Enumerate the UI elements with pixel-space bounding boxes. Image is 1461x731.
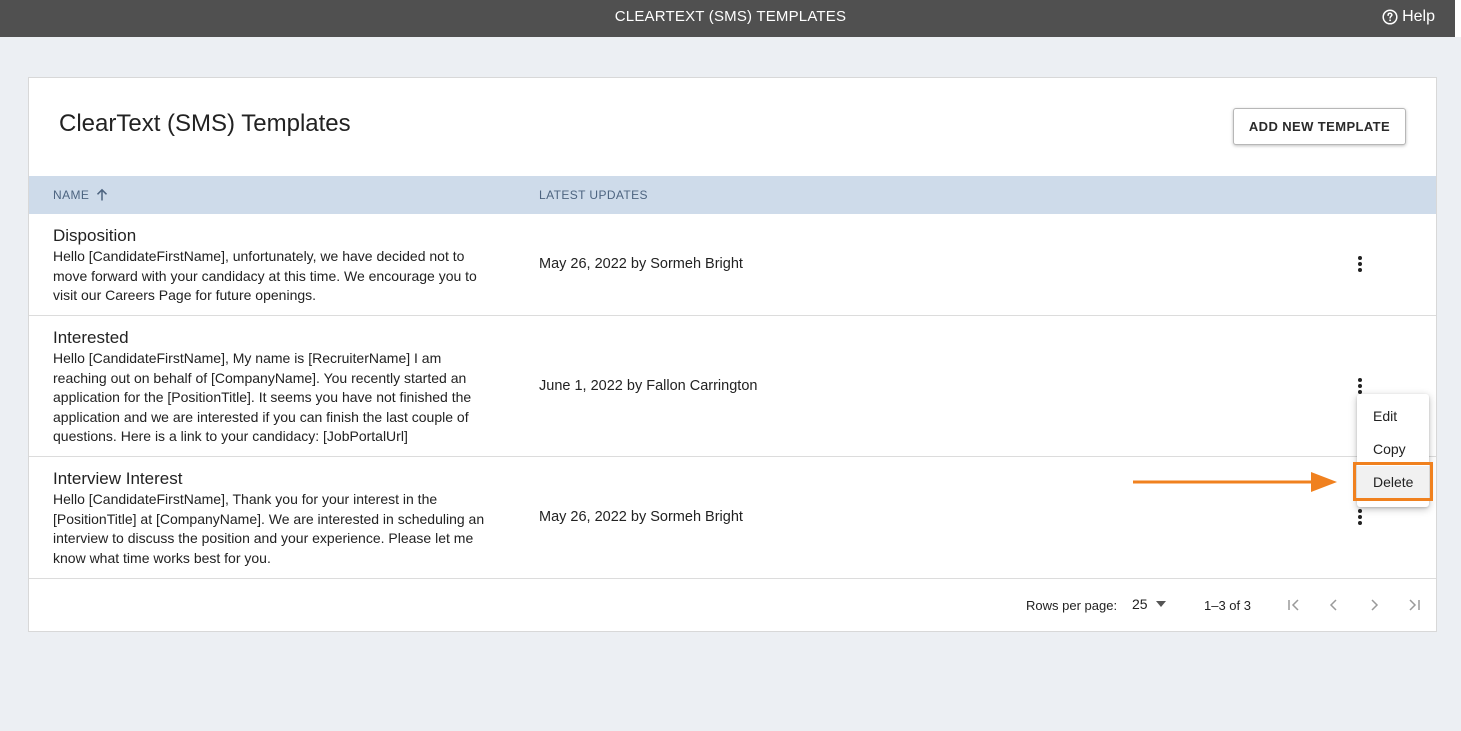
template-body-line: reaching out on behalf of [CompanyName].…	[53, 369, 467, 386]
template-name: Disposition	[53, 226, 137, 245]
table-row[interactable]: Interested Hello [CandidateFirstName], M…	[29, 316, 1436, 457]
more-vertical-icon	[1358, 256, 1362, 272]
first-page-icon	[1288, 599, 1299, 611]
template-body-line: application and we are interested if you…	[53, 408, 469, 425]
template-body-line: visit our Careers Page for future openin…	[53, 287, 317, 304]
app-header-title: CLEARTEXT (SMS) TEMPLATES	[614, 8, 847, 25]
menu-item-delete[interactable]: Delete	[1357, 466, 1429, 499]
row-actions-menu: Edit Copy Delete	[1357, 394, 1429, 507]
latest-update: May 26, 2022 by Sormeh Bright	[539, 509, 743, 525]
arrow-right-icon	[1133, 472, 1337, 492]
template-body: Hello [CandidateFirstName], unfortunatel…	[53, 247, 523, 306]
window-edge	[1455, 0, 1461, 37]
next-page-button[interactable]	[1364, 595, 1384, 615]
help-label: Help	[1402, 7, 1435, 25]
template-body-line: Hello [CandidateFirstName], unfortunatel…	[53, 248, 465, 264]
row-actions-button[interactable]	[1347, 504, 1373, 530]
chevron-right-icon	[1371, 599, 1379, 611]
last-page-button[interactable]	[1404, 595, 1424, 615]
column-header-name[interactable]: NAME	[53, 176, 109, 214]
template-name: Interested	[53, 328, 129, 347]
templates-card: ClearText (SMS) Templates ADD NEW TEMPLA…	[28, 77, 1437, 632]
previous-page-button[interactable]	[1324, 595, 1344, 615]
menu-item-copy[interactable]: Copy	[1357, 433, 1429, 466]
template-name: Interview Interest	[53, 469, 183, 488]
chevron-left-icon	[1329, 599, 1337, 611]
rows-per-page-select[interactable]: 25	[1132, 596, 1166, 612]
template-body-line: questions. Here is a link to your candid…	[53, 428, 408, 445]
more-vertical-icon	[1358, 509, 1362, 525]
table-pagination: Rows per page: 25 1–3 of 3	[29, 580, 1436, 630]
template-body-line: interview to discuss the position and yo…	[53, 530, 474, 547]
row-actions-button[interactable]	[1347, 251, 1373, 277]
help-link[interactable]: Help	[1382, 0, 1435, 33]
template-body-line: Hello [CandidateFirstName], Thank you fo…	[53, 491, 438, 507]
first-page-button[interactable]	[1284, 595, 1304, 615]
template-body-line: application for the [PositionTitle]. It …	[53, 389, 472, 406]
template-body-line: Hello [CandidateFirstName], My name is […	[53, 350, 442, 366]
rows-per-page-label: Rows per page:	[1026, 598, 1118, 613]
table-header: NAME LATEST UPDATES	[29, 176, 1436, 214]
table-row[interactable]: Disposition Hello [CandidateFirstName], …	[29, 214, 1436, 316]
caret-down-icon	[1155, 601, 1166, 607]
pagination-range: 1–3 of 3	[1204, 598, 1251, 613]
last-page-icon	[1409, 599, 1420, 611]
page-title: ClearText (SMS) Templates	[59, 110, 351, 137]
template-body-line: [PositionTitle] at [CompanyName]. We are…	[53, 510, 485, 527]
help-circle-icon	[1382, 8, 1398, 25]
rows-per-page-value: 25	[1132, 596, 1148, 612]
column-header-latest-updates[interactable]: LATEST UPDATES	[539, 176, 648, 214]
add-new-template-button[interactable]: ADD NEW TEMPLATE	[1233, 108, 1406, 145]
template-body-line: move forward with your candidacy at this…	[53, 267, 477, 284]
latest-update: May 26, 2022 by Sormeh Bright	[539, 256, 743, 272]
sort-ascending-icon	[97, 188, 108, 201]
template-body: Hello [CandidateFirstName], Thank you fo…	[53, 490, 523, 568]
menu-item-edit[interactable]: Edit	[1357, 400, 1429, 433]
column-header-name-label: NAME	[53, 188, 90, 202]
template-body-line: know what time works best for you.	[53, 549, 271, 566]
latest-update: June 1, 2022 by Fallon Carrington	[539, 378, 758, 394]
template-body: Hello [CandidateFirstName], My name is […	[53, 349, 523, 447]
top-bar: CLEARTEXT (SMS) TEMPLATES Help	[0, 0, 1461, 37]
more-vertical-icon	[1358, 378, 1362, 394]
